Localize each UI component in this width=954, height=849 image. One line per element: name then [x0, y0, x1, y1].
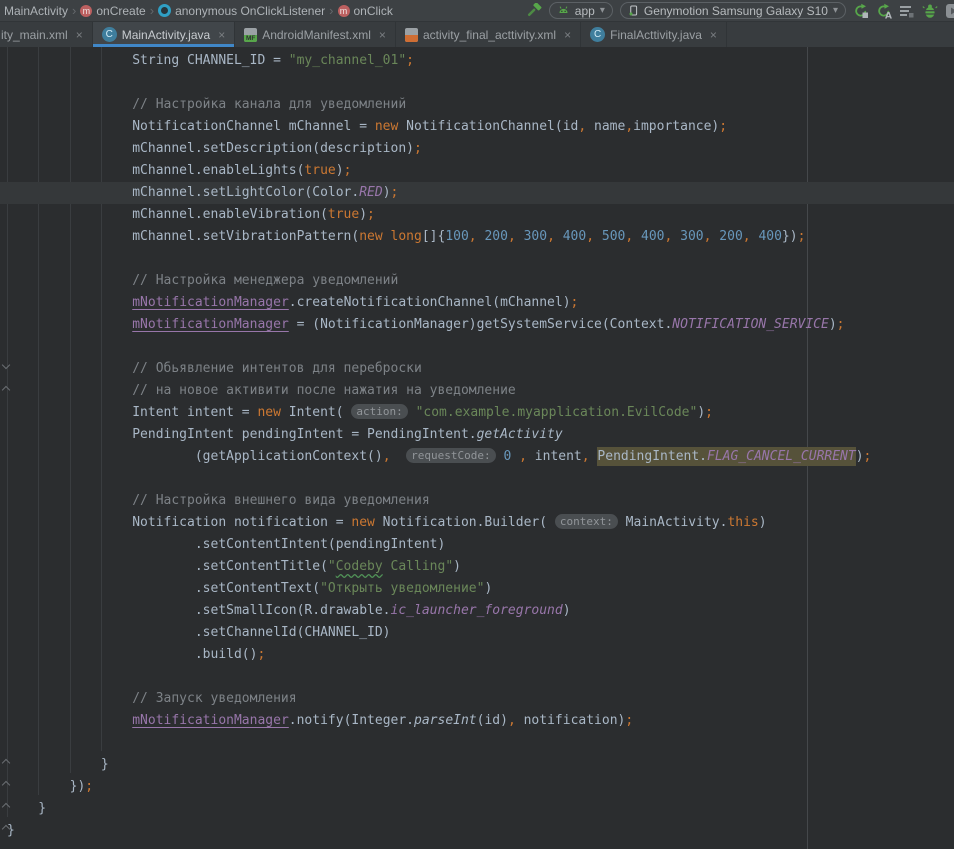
breadcrumb-label: MainActivity — [4, 4, 68, 18]
code-line[interactable] — [0, 336, 954, 358]
breadcrumb-separator-icon: › — [70, 3, 78, 18]
code-line-caret[interactable]: mChannel.setLightColor(Color.RED); — [0, 182, 954, 204]
code-line[interactable]: .setContentIntent(pendingIntent) — [0, 534, 954, 556]
editor-tab-bar: ity_main.xml × C MainActivity.java × MF … — [0, 22, 954, 47]
close-icon[interactable]: × — [564, 28, 571, 42]
code-line[interactable]: String CHANNEL_ID = "my_channel_01"; — [0, 50, 954, 72]
chevron-down-icon: ▾ — [833, 5, 838, 16]
anonymous-class-icon — [158, 4, 171, 17]
code-line[interactable]: mNotificationManager.createNotificationC… — [0, 292, 954, 314]
breadcrumb-item-mainactivity[interactable]: MainActivity — [2, 4, 70, 18]
tab-androidmanifest-xml[interactable]: MF AndroidManifest.xml × — [235, 22, 396, 47]
code-area[interactable]: String CHANNEL_ID = "my_channel_01"; // … — [0, 47, 954, 842]
code-line[interactable]: .setContentText("Открыть уведомление") — [0, 578, 954, 600]
code-line[interactable]: mNotificationManager = (NotificationMana… — [0, 314, 954, 336]
tab-activity-final-acttivity-xml[interactable]: activity_final_acttivity.xml × — [396, 22, 581, 47]
code-line[interactable]: // Настройка внешнего вида уведомления — [0, 490, 954, 512]
apply-changes-restart-icon[interactable] — [853, 3, 869, 19]
breadcrumb-label: anonymous OnClickListener — [175, 4, 325, 18]
method-icon: m — [80, 5, 92, 17]
chevron-down-icon: ▾ — [600, 5, 605, 16]
code-line[interactable]: } — [0, 798, 954, 820]
breadcrumb: MainActivity › m onCreate › anonymous On… — [2, 3, 395, 18]
debug-bug-icon[interactable] — [922, 3, 938, 19]
fold-marker[interactable] — [2, 825, 10, 833]
close-icon[interactable]: × — [379, 28, 386, 42]
code-line[interactable]: .setSmallIcon(R.drawable.ic_launcher_for… — [0, 600, 954, 622]
fold-marker[interactable] — [2, 759, 10, 767]
tab-activity-main-xml[interactable]: ity_main.xml × — [0, 22, 93, 47]
breadcrumb-separator-icon: › — [148, 3, 156, 18]
code-line[interactable]: }); — [0, 776, 954, 798]
close-icon[interactable]: × — [76, 28, 83, 42]
code-line[interactable]: (getApplicationContext(), requestCode: 0… — [0, 446, 954, 468]
tab-mainactivity-java[interactable]: C MainActivity.java × — [93, 22, 236, 47]
run-configuration-label: app — [575, 4, 595, 18]
android-icon — [557, 4, 570, 17]
code-line[interactable]: .build(); — [0, 644, 954, 666]
build-hammer-icon[interactable] — [526, 3, 542, 19]
code-line[interactable]: // на новое активити после нажатия на ув… — [0, 380, 954, 402]
java-class-icon: C — [590, 27, 605, 42]
breadcrumb-label: onClick — [354, 4, 393, 18]
breadcrumb-item-onclick[interactable]: m onClick — [336, 4, 395, 18]
code-line[interactable] — [0, 468, 954, 490]
top-toolbar: MainActivity › m onCreate › anonymous On… — [0, 0, 954, 22]
code-line[interactable]: Intent intent = new Intent( action: "com… — [0, 402, 954, 424]
svg-text:A: A — [885, 11, 892, 19]
code-line[interactable]: PendingIntent pendingIntent = PendingInt… — [0, 424, 954, 446]
code-line[interactable]: // Запуск уведомления — [0, 688, 954, 710]
tab-label: activity_final_acttivity.xml — [423, 28, 556, 42]
apply-code-changes-icon[interactable]: A — [876, 3, 892, 19]
code-line[interactable]: .setContentTitle("Codeby Calling") — [0, 556, 954, 578]
tab-label: AndroidManifest.xml — [262, 28, 371, 42]
code-line[interactable] — [0, 732, 954, 754]
tab-label: MainActivity.java — [122, 28, 210, 42]
code-line[interactable]: mChannel.enableLights(true); — [0, 160, 954, 182]
java-class-icon: C — [102, 27, 117, 42]
code-line[interactable] — [0, 666, 954, 688]
device-selector[interactable]: Genymotion Samsung Galaxy S10 ▾ — [620, 2, 846, 19]
fold-marker[interactable] — [2, 781, 10, 789]
phone-icon — [628, 3, 639, 18]
breadcrumb-separator-icon: › — [327, 3, 335, 18]
profiler-icon[interactable] — [899, 3, 915, 19]
code-line[interactable]: // Настройка менеджера уведомлений — [0, 270, 954, 292]
breadcrumb-item-oncreate[interactable]: m onCreate — [78, 4, 147, 18]
layout-xml-file-icon — [405, 28, 418, 42]
code-line[interactable]: // Настройка канала для уведомлений — [0, 94, 954, 116]
tab-finalacttivity-java[interactable]: C FinalActtivity.java × — [581, 22, 727, 47]
fold-marker[interactable] — [2, 361, 10, 369]
code-line[interactable] — [0, 248, 954, 270]
code-line[interactable]: mNotificationManager.notify(Integer.pars… — [0, 710, 954, 732]
code-line[interactable] — [0, 72, 954, 94]
code-line[interactable]: } — [0, 754, 954, 776]
code-editor[interactable]: String CHANNEL_ID = "my_channel_01"; // … — [0, 47, 954, 849]
code-line[interactable]: // Обьявление интентов для переброски — [0, 358, 954, 380]
code-line[interactable]: } — [0, 820, 954, 842]
code-line[interactable]: NotificationChannel mChannel = new Notif… — [0, 116, 954, 138]
tab-label: ity_main.xml — [1, 28, 68, 42]
device-label: Genymotion Samsung Galaxy S10 — [644, 4, 828, 18]
run-configuration-selector[interactable]: app ▾ — [549, 2, 613, 19]
code-line[interactable]: mChannel.setVibrationPattern(new long[]{… — [0, 226, 954, 248]
tab-label: FinalActtivity.java — [610, 28, 702, 42]
manifest-file-icon: MF — [244, 28, 257, 42]
fold-marker[interactable] — [2, 386, 10, 394]
code-line[interactable]: mChannel.setDescription(description); — [0, 138, 954, 160]
code-line[interactable]: .setChannelId(CHANNEL_ID) — [0, 622, 954, 644]
code-line[interactable]: mChannel.enableVibration(true); — [0, 204, 954, 226]
code-line[interactable]: Notification notification = new Notifica… — [0, 512, 954, 534]
toolbar-actions: app ▾ Genymotion Samsung Galaxy S10 ▾ — [526, 2, 954, 19]
attach-debugger-icon[interactable] — [945, 3, 954, 19]
breadcrumb-label: onCreate — [96, 4, 145, 18]
breadcrumb-item-anonymous-onclicklistener[interactable]: anonymous OnClickListener — [156, 4, 327, 18]
method-icon: m — [338, 5, 350, 17]
fold-marker[interactable] — [2, 803, 10, 811]
close-icon[interactable]: × — [218, 28, 225, 42]
close-icon[interactable]: × — [710, 28, 717, 42]
